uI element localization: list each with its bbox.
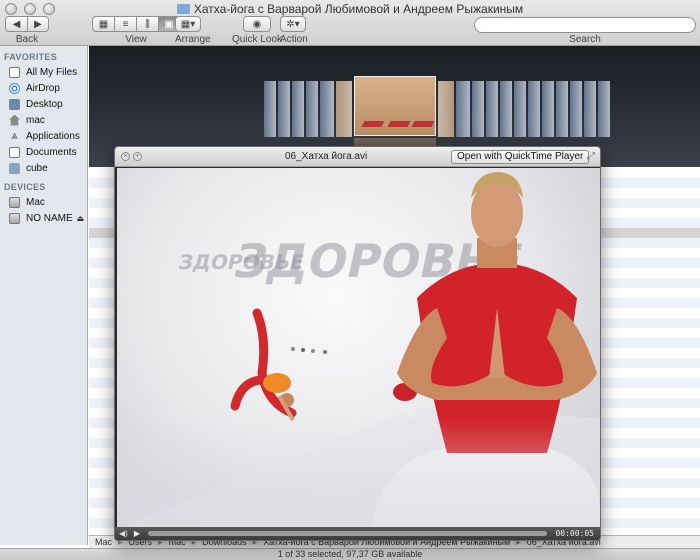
sidebar-item-airdrop[interactable]: AirDrop — [0, 80, 87, 96]
volume-icon[interactable]: ◀) — [119, 529, 128, 538]
eject-icon[interactable]: ⏏ — [77, 214, 85, 223]
scrubber-bar[interactable] — [147, 531, 548, 536]
view-group: ▦ ≡ ⫼ ▣ View — [92, 16, 180, 45]
search-label: Search — [569, 34, 601, 45]
window-toolbar: Хатха-йога с Варварой Любимовой и Андрее… — [0, 0, 700, 46]
coverflow-thumbnail[interactable] — [542, 81, 554, 137]
list-view-button[interactable]: ≡ — [114, 16, 136, 32]
coverflow-thumbnail[interactable] — [598, 81, 610, 137]
eye-icon: ◉ — [252, 18, 262, 30]
action-button[interactable]: ✲▾ — [280, 16, 306, 32]
window-title: Хатха-йога с Варварой Любимовой и Андрее… — [0, 2, 700, 16]
coverflow-thumbnail[interactable] — [336, 81, 352, 137]
coverflow-thumbnail[interactable] — [528, 81, 540, 137]
sidebar-item-desktop[interactable]: Desktop — [0, 96, 87, 112]
coverflow-thumbnail[interactable] — [556, 81, 568, 137]
dot-shape — [291, 347, 295, 351]
coverflow-thumbnail[interactable] — [320, 81, 334, 137]
quicklook-titlebar: × + 06_Хатха йога.avi Open with QuickTim… — [115, 147, 600, 167]
time-readout: 00:00:05 — [555, 529, 594, 538]
back-label: Back — [15, 34, 39, 45]
gear-icon: ✲▾ — [286, 18, 300, 30]
all-files-icon — [9, 66, 20, 78]
sidebar-item-applications[interactable]: ⩓ Applications — [0, 128, 87, 144]
coverflow-selected-thumbnail[interactable] — [354, 76, 436, 136]
sidebar-item-all-my-files[interactable]: All My Files — [0, 64, 87, 80]
woman-leg-shape — [230, 375, 272, 411]
coverflow-icon: ▣ — [164, 18, 174, 30]
list-icon: ≡ — [122, 18, 129, 30]
folder-icon — [176, 4, 190, 14]
coverflow-thumbnail[interactable] — [292, 81, 304, 137]
applications-icon: ⩓ — [11, 129, 18, 142]
sidebar: FAVORITES All My Files AirDrop Desktop m… — [0, 46, 88, 545]
coverflow-thumbnail[interactable] — [486, 81, 498, 137]
back-button[interactable]: ◀ — [5, 16, 27, 32]
forward-button[interactable]: ▶ — [27, 16, 49, 32]
dot-shape — [323, 350, 327, 354]
coverflow-thumbnail[interactable] — [278, 81, 290, 137]
woman-torso-shape — [263, 373, 291, 393]
status-bar: 1 of 33 selected, 97,37 GB available — [0, 548, 700, 560]
coverflow-thumbnail[interactable] — [264, 81, 276, 137]
airdrop-icon — [9, 82, 20, 94]
favorites-heading: FAVORITES — [4, 52, 58, 62]
expand-icon[interactable]: ⤢ — [587, 151, 595, 162]
mat-shape — [387, 121, 411, 127]
quicklook-label: Quick Look — [232, 34, 283, 45]
video-floor — [117, 419, 600, 529]
mat-shape — [411, 121, 435, 127]
dot-shape — [301, 348, 305, 352]
coverflow-thumbnail[interactable] — [514, 81, 526, 137]
coverflow-thumbnail[interactable] — [472, 81, 484, 137]
sidebar-item-documents[interactable]: Documents — [0, 144, 87, 160]
play-icon[interactable]: ▶ — [134, 529, 140, 538]
chevron-right-icon: ▶ — [34, 18, 42, 30]
view-label: View — [125, 34, 147, 45]
close-icon[interactable]: × — [121, 152, 130, 161]
coverflow-thumbnail[interactable] — [456, 81, 470, 137]
open-with-quicktime-button[interactable]: Open with QuickTime Player — [451, 150, 590, 164]
folder-icon — [9, 162, 20, 174]
dot-shape — [311, 349, 315, 353]
columns-icon: ⫼ — [145, 18, 150, 30]
icon-view-button[interactable]: ▦ — [92, 16, 114, 32]
sidebar-item-no-name[interactable]: NO NAME ⏏ — [0, 210, 87, 226]
home-icon — [9, 114, 20, 126]
arrange-group: ▦▾ Arrange — [175, 16, 211, 45]
sidebar-item-mac[interactable]: mac — [0, 112, 87, 128]
action-group: ✲▾ Action — [280, 16, 308, 45]
coverflow-thumbnail[interactable] — [500, 81, 512, 137]
video-preview[interactable]: ЗДОРОВЬЕ ЗДОРОВЬЕ — [117, 168, 600, 529]
coverflow-thumbnail[interactable] — [570, 81, 582, 137]
devices-heading: DEVICES — [4, 182, 46, 192]
sidebar-item-mac-disk[interactable]: Mac — [0, 194, 87, 210]
documents-icon — [9, 146, 20, 158]
quicklook-window: × + 06_Хатха йога.avi Open with QuickTim… — [114, 146, 601, 541]
arrange-label: Arrange — [175, 34, 211, 45]
quicklook-button[interactable]: ◉ — [243, 16, 272, 32]
action-label: Action — [280, 34, 308, 45]
path-crumb[interactable]: Mac — [95, 537, 112, 547]
quicklook-group: ◉ Quick Look — [232, 16, 282, 45]
coverflow-thumbnail[interactable] — [584, 81, 596, 137]
chevron-left-icon: ◀ — [12, 18, 21, 30]
arrange-button[interactable]: ▦▾ — [175, 16, 201, 32]
video-controls: ◀) ▶ 00:00:05 — [115, 527, 600, 540]
quicklook-filename: 06_Хатха йога.avi — [285, 151, 368, 162]
sidebar-item-cube[interactable]: cube — [0, 160, 87, 176]
disk-icon — [9, 212, 20, 224]
desktop-icon — [9, 98, 20, 110]
disk-icon — [9, 196, 20, 208]
grid-icon: ▦ — [98, 18, 109, 30]
back-forward-group: ◀ ▶ Back — [5, 16, 49, 45]
fullscreen-icon[interactable]: + — [133, 152, 142, 161]
search-input[interactable] — [474, 17, 696, 33]
column-view-button[interactable]: ⫼ — [136, 16, 158, 32]
coverflow-thumbnail[interactable] — [438, 81, 454, 137]
mat-shape — [361, 121, 385, 127]
arrange-icon: ▦▾ — [180, 18, 196, 30]
coverflow-thumbnail[interactable] — [306, 81, 318, 137]
